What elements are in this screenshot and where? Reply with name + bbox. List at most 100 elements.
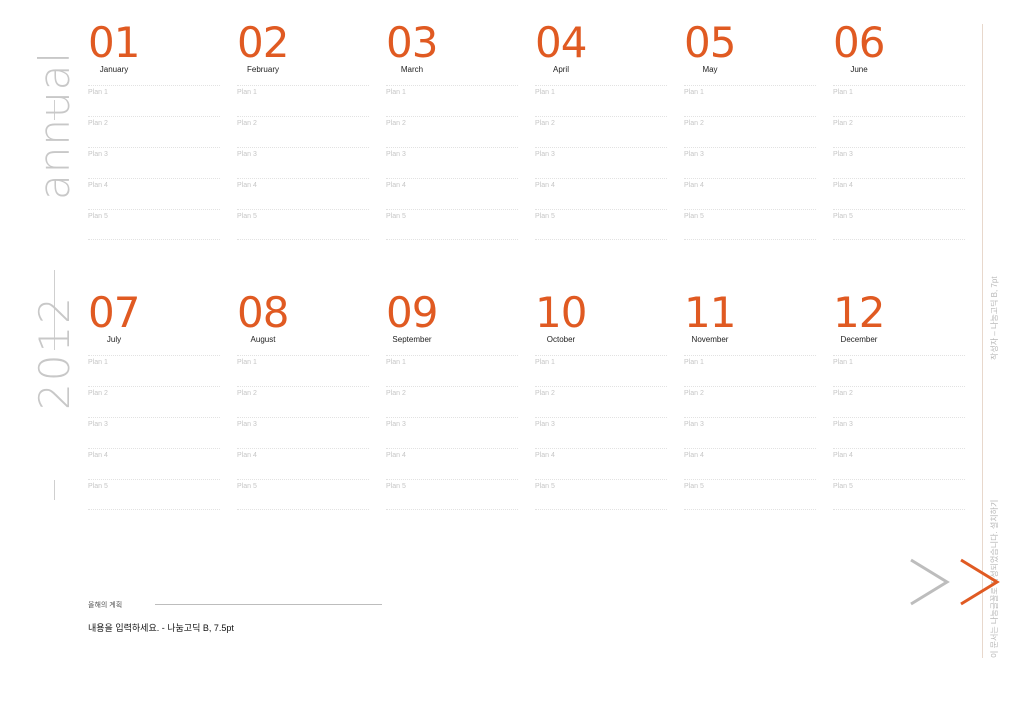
note-body[interactable]: 내용을 입력하세요. - 나눔고딕 B, 7.5pt: [88, 621, 234, 634]
plan-line[interactable]: Plan 4: [88, 448, 220, 479]
plan-line[interactable]: Plan 1: [237, 85, 369, 116]
plan-list: Plan 1 Plan 2 Plan 3 Plan 4 Plan 5: [684, 85, 816, 240]
plan-line[interactable]: Plan 2: [386, 116, 518, 147]
plan-line[interactable]: Plan 1: [535, 355, 667, 386]
plan-line[interactable]: Plan 1: [535, 85, 667, 116]
annual-label: annual: [30, 50, 79, 200]
plan-line[interactable]: Plan 4: [684, 178, 816, 209]
plan-line[interactable]: Plan 2: [684, 116, 816, 147]
author-note: 작성자 – 나눔고딕 B, 7pt: [990, 276, 999, 360]
plan-line[interactable]: Plan 2: [237, 116, 369, 147]
plan-line[interactable]: Plan 4: [535, 178, 667, 209]
month-block: 10 October Plan 1 Plan 2 Plan 3 Plan 4 Plan 5: [535, 290, 667, 510]
month-number: 10: [535, 288, 587, 337]
plan-list: Plan 1 Plan 2 Plan 3 Plan 4 Plan 5: [237, 85, 369, 240]
month-number: 09: [386, 288, 438, 337]
chevron-right-icon: [910, 558, 950, 606]
month-number: 11: [684, 288, 736, 337]
plan-line[interactable]: Plan 4: [386, 448, 518, 479]
plan-line[interactable]: Plan 4: [833, 178, 965, 209]
plan-line[interactable]: Plan 3: [535, 417, 667, 448]
plan-line[interactable]: Plan 5: [237, 479, 369, 510]
note-title: 올해의 계획: [88, 602, 123, 609]
plan-line[interactable]: Plan 4: [237, 448, 369, 479]
plan-list: Plan 1 Plan 2 Plan 3 Plan 4 Plan 5: [88, 85, 220, 240]
plan-list: Plan 1 Plan 2 Plan 3 Plan 4 Plan 5: [386, 355, 518, 510]
month-block: 02 February Plan 1 Plan 2 Plan 3 Plan 4 Plan 5: [237, 20, 369, 240]
plan-list: Plan 1 Plan 2 Plan 3 Plan 4 Plan 5: [535, 355, 667, 510]
plan-list: Plan 1 Plan 2 Plan 3 Plan 4 Plan 5: [88, 355, 220, 510]
plan-line[interactable]: Plan 5: [684, 209, 816, 240]
plan-line[interactable]: Plan 5: [833, 479, 965, 510]
month-name: September: [392, 335, 432, 344]
plan-line[interactable]: Plan 3: [88, 417, 220, 448]
plan-line[interactable]: Plan 5: [684, 479, 816, 510]
month-block: 03 March Plan 1 Plan 2 Plan 3 Plan 4 Plan 5: [386, 20, 518, 240]
plan-line[interactable]: Plan 2: [535, 116, 667, 147]
month-block: 11 November Plan 1 Plan 2 Plan 3 Plan 4 Plan 5: [684, 290, 816, 510]
plan-line[interactable]: Plan 2: [833, 386, 965, 417]
plan-line[interactable]: Plan 2: [833, 116, 965, 147]
month-block: 09 September Plan 1 Plan 2 Plan 3 Plan 4 Plan …: [386, 290, 518, 510]
plan-line[interactable]: Plan 3: [684, 147, 816, 178]
month-number: 07: [88, 288, 140, 337]
month-block: 04 April Plan 1 Plan 2 Plan 3 Plan 4 Plan 5: [535, 20, 667, 240]
month-block: 06 June Plan 1 Plan 2 Plan 3 Plan 4 Plan 5: [833, 20, 965, 240]
plan-line[interactable]: Plan 3: [237, 147, 369, 178]
plan-line[interactable]: Plan 5: [535, 209, 667, 240]
plan-line[interactable]: Plan 1: [684, 355, 816, 386]
plan-line[interactable]: Plan 4: [88, 178, 220, 209]
month-number: 01: [88, 18, 140, 67]
month-name: December: [840, 335, 878, 344]
sidebar-divider: [54, 480, 55, 500]
plan-line[interactable]: Plan 5: [833, 209, 965, 240]
plan-line[interactable]: Plan 2: [684, 386, 816, 417]
plan-line[interactable]: Plan 4: [386, 178, 518, 209]
plan-line[interactable]: Plan 2: [237, 386, 369, 417]
plan-list: Plan 1 Plan 2 Plan 3 Plan 4 Plan 5: [237, 355, 369, 510]
plan-line[interactable]: Plan 3: [386, 417, 518, 448]
month-number: 03: [386, 18, 438, 67]
plan-line[interactable]: Plan 5: [386, 479, 518, 510]
plan-line[interactable]: Plan 4: [535, 448, 667, 479]
month-number: 12: [833, 288, 885, 337]
plan-line[interactable]: Plan 5: [88, 479, 220, 510]
plan-line[interactable]: Plan 2: [535, 386, 667, 417]
plan-line[interactable]: Plan 2: [386, 386, 518, 417]
plan-line[interactable]: Plan 4: [684, 448, 816, 479]
plan-line[interactable]: Plan 4: [237, 178, 369, 209]
plan-line[interactable]: Plan 1: [386, 85, 518, 116]
plan-line[interactable]: Plan 2: [88, 386, 220, 417]
plan-list: Plan 1 Plan 2 Plan 3 Plan 4 Plan 5: [386, 85, 518, 240]
plan-line[interactable]: Plan 1: [237, 355, 369, 386]
plan-line[interactable]: Plan 5: [386, 209, 518, 240]
plan-line[interactable]: Plan 1: [833, 85, 965, 116]
note-divider: [155, 604, 382, 605]
plan-line[interactable]: Plan 3: [833, 417, 965, 448]
plan-line[interactable]: Plan 2: [88, 116, 220, 147]
plan-list: Plan 1 Plan 2 Plan 3 Plan 4 Plan 5: [535, 85, 667, 240]
plan-list: Plan 1 Plan 2 Plan 3 Plan 4 Plan 5: [684, 355, 816, 510]
month-number: 08: [237, 288, 289, 337]
plan-line[interactable]: Plan 5: [237, 209, 369, 240]
plan-line[interactable]: Plan 1: [386, 355, 518, 386]
plan-line[interactable]: Plan 1: [684, 85, 816, 116]
plan-line[interactable]: Plan 1: [88, 355, 220, 386]
month-name: November: [691, 335, 729, 344]
plan-line[interactable]: Plan 3: [535, 147, 667, 178]
plan-line[interactable]: Plan 4: [833, 448, 965, 479]
plan-line[interactable]: Plan 3: [386, 147, 518, 178]
plan-line[interactable]: Plan 3: [684, 417, 816, 448]
month-number: 06: [833, 18, 885, 67]
month-block: 07 July Plan 1 Plan 2 Plan 3 Plan 4 Plan 5: [88, 290, 220, 510]
plan-line[interactable]: Plan 3: [237, 417, 369, 448]
plan-line[interactable]: Plan 1: [833, 355, 965, 386]
plan-line[interactable]: Plan 1: [88, 85, 220, 116]
plan-line[interactable]: Plan 5: [88, 209, 220, 240]
month-block: 05 May Plan 1 Plan 2 Plan 3 Plan 4 Plan 5: [684, 20, 816, 240]
plan-line[interactable]: Plan 3: [833, 147, 965, 178]
month-block: 12 December Plan 1 Plan 2 Plan 3 Plan 4 Plan 5: [833, 290, 965, 510]
plan-line[interactable]: Plan 3: [88, 147, 220, 178]
plan-list: Plan 1 Plan 2 Plan 3 Plan 4 Plan 5: [833, 355, 965, 510]
plan-line[interactable]: Plan 5: [535, 479, 667, 510]
